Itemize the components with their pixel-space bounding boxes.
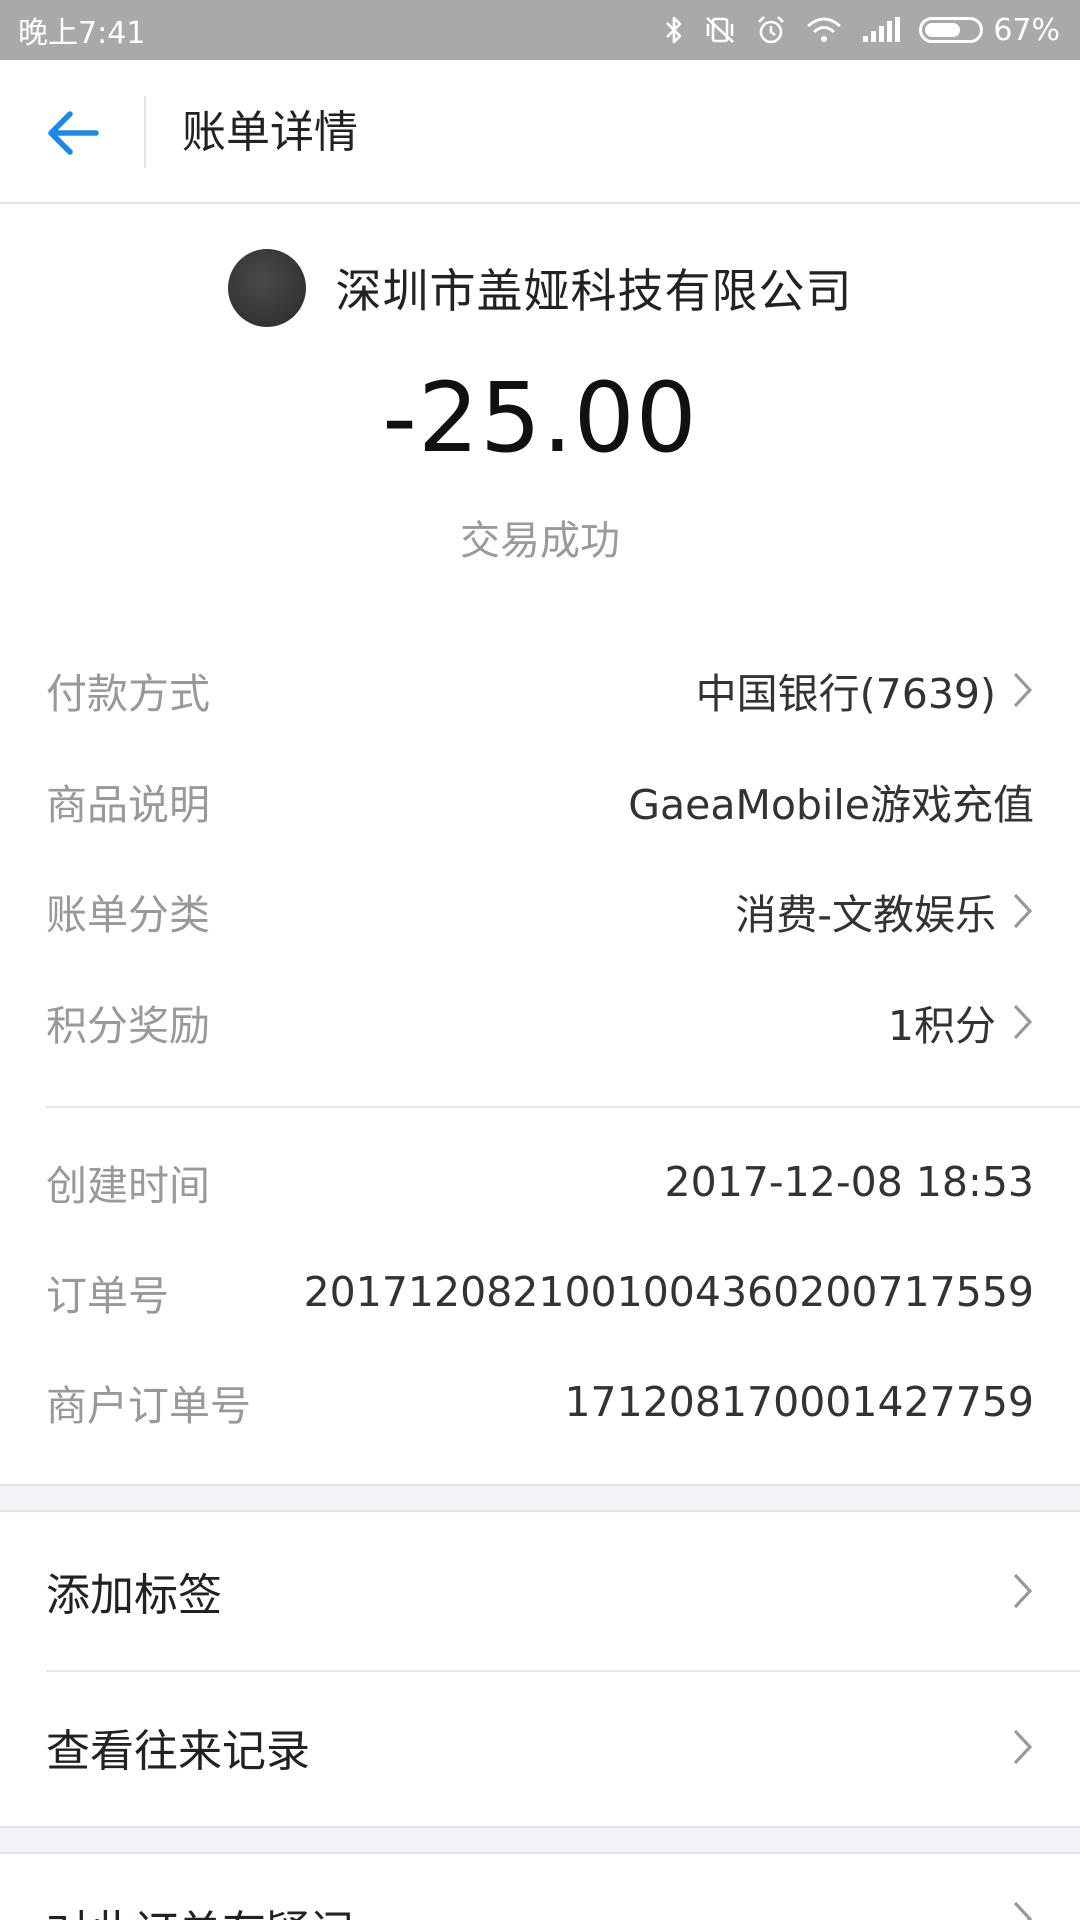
detail-value-wrap: 171208170001427759 <box>564 1378 1034 1426</box>
status-bar: 晚上7:41 67% <box>0 0 1080 60</box>
detail-value: 171208170001427759 <box>564 1378 1034 1426</box>
transaction-status: 交易成功 <box>460 518 620 564</box>
detail-value: GaeaMobile游戏充值 <box>628 781 1034 829</box>
detail-value: 中国银行(7639) <box>695 670 996 718</box>
signal-icon <box>863 17 901 42</box>
status-time: 晚上7:41 <box>18 16 146 51</box>
view-records-row[interactable]: 查看往来记录 <box>0 1672 1080 1822</box>
status-icons: 67% <box>663 13 1060 48</box>
add-tag-row[interactable]: 添加标签 <box>0 1516 1080 1666</box>
detail-value-wrap: 2017-12-08 18:53 <box>665 1158 1034 1206</box>
detail-value-wrap: 消费-文教娱乐 <box>735 881 1034 941</box>
detail-value-wrap: 1积分 <box>888 992 1034 1052</box>
wifi-icon <box>807 17 842 42</box>
detail-row-order-number: 订单号 2017120821001004360200717559 <box>46 1252 1034 1332</box>
detail-row-points-reward[interactable]: 积分奖励 1积分 <box>46 982 1034 1062</box>
detail-row-product-description: 商品说明 GaeaMobile游戏充值 <box>46 761 1034 841</box>
back-button[interactable] <box>38 98 108 168</box>
section-separator <box>0 1826 1080 1854</box>
action-label: 对此订单有疑问 <box>46 1896 354 1920</box>
detail-row-merchant-order-number: 商户订单号 171208170001427759 <box>46 1362 1034 1442</box>
detail-row-created-time: 创建时间 2017-12-08 18:53 <box>46 1142 1034 1222</box>
detail-value: 消费-文教娱乐 <box>735 891 996 939</box>
app-header: 账单详情 <box>0 60 1080 204</box>
merchant-row: 深圳市盖娅科技有限公司 <box>0 246 1080 330</box>
detail-value-wrap: 2017120821001004360200717559 <box>304 1268 1034 1316</box>
chevron-right-icon <box>1013 1901 1033 1920</box>
chevron-right-icon <box>1013 672 1033 708</box>
battery-fill <box>925 23 961 37</box>
transaction-amount: -25.00 <box>382 362 698 474</box>
section-separator <box>0 1484 1080 1512</box>
detail-label: 创建时间 <box>46 1162 210 1210</box>
battery-percent: 67% <box>993 12 1060 48</box>
chevron-right-icon <box>1013 1004 1033 1040</box>
detail-label: 付款方式 <box>46 670 210 718</box>
detail-label: 账单分类 <box>46 891 210 939</box>
detail-label: 商品说明 <box>46 781 210 829</box>
battery-icon <box>919 17 984 43</box>
header-divider <box>144 96 146 168</box>
detail-row-payment-method[interactable]: 付款方式 中国银行(7639) <box>46 650 1034 730</box>
detail-value-wrap: GaeaMobile游戏充值 <box>628 771 1034 831</box>
bluetooth-icon <box>666 16 682 44</box>
chevron-right-icon <box>1013 1573 1033 1609</box>
detail-label: 商户订单号 <box>46 1382 251 1430</box>
detail-value: 1积分 <box>887 1002 996 1050</box>
alarm-icon <box>758 16 785 44</box>
detail-value: 2017-12-08 18:53 <box>664 1158 1034 1206</box>
detail-row-bill-category[interactable]: 账单分类 消费-文教娱乐 <box>46 871 1034 951</box>
page-title: 账单详情 <box>182 107 358 158</box>
detail-value: 2017120821001004360200717559 <box>303 1268 1034 1316</box>
detail-label: 积分奖励 <box>46 1002 210 1050</box>
section-divider <box>46 1106 1080 1108</box>
detail-value-wrap: 中国银行(7639) <box>696 660 1034 720</box>
chevron-right-icon <box>1013 1729 1033 1765</box>
chevron-right-icon <box>1013 893 1033 929</box>
action-label: 查看往来记录 <box>46 1726 310 1777</box>
vibrate-off-icon <box>706 17 735 43</box>
merchant-avatar <box>227 249 306 327</box>
detail-label: 订单号 <box>46 1272 169 1320</box>
battery: 67% <box>919 13 1060 48</box>
arrow-left-icon <box>48 111 99 155</box>
order-question-row[interactable]: 对此订单有疑问 <box>0 1856 1080 1920</box>
merchant-name: 深圳市盖娅科技有限公司 <box>335 264 853 318</box>
action-label: 添加标签 <box>46 1570 222 1621</box>
